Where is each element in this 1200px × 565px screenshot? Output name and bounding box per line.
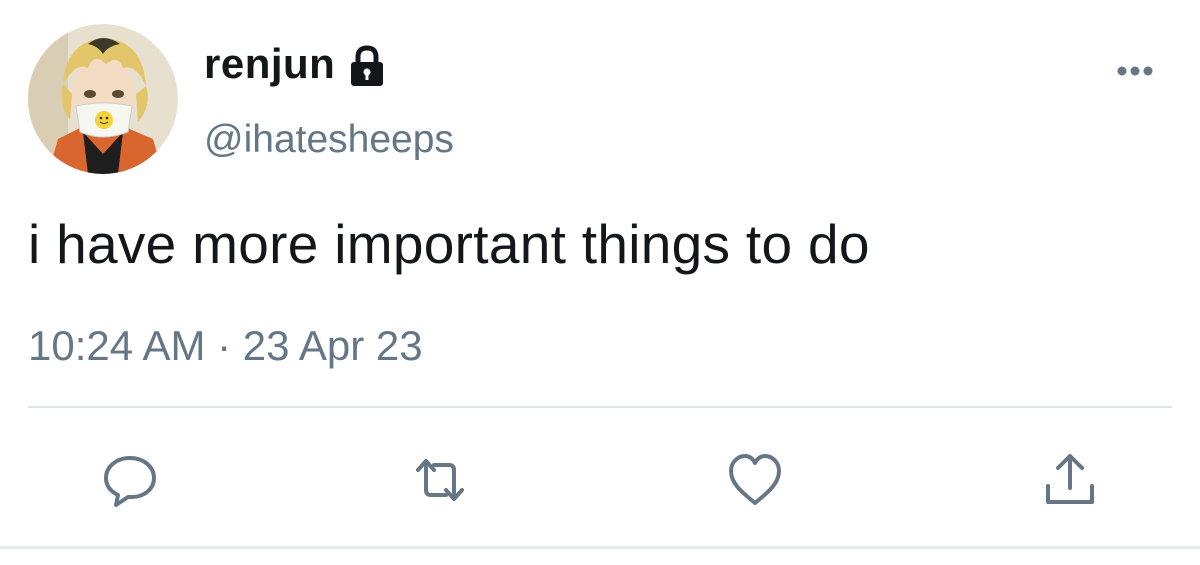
action-bar [0, 450, 1200, 510]
heart-icon [729, 454, 781, 505]
avatar-image [28, 24, 178, 174]
author-handle[interactable]: @ihatesheeps [204, 118, 454, 162]
reply-icon [104, 456, 156, 507]
lock-icon [347, 45, 387, 87]
tweet-card: renjun @ihatesheeps i have more importan… [0, 0, 1200, 565]
retweet-icon [416, 459, 464, 501]
like-button[interactable] [725, 450, 785, 510]
more-options-button[interactable] [1110, 58, 1160, 84]
author-row: renjun [204, 40, 387, 88]
display-name[interactable]: renjun [204, 40, 335, 88]
share-icon [1046, 454, 1094, 504]
bottom-divider [0, 546, 1200, 549]
reply-button[interactable] [100, 450, 160, 510]
retweet-button[interactable] [410, 450, 470, 510]
tweet-text: i have more important things to do [28, 213, 870, 275]
share-button[interactable] [1040, 450, 1100, 510]
tweet-timestamp[interactable]: 10:24 AM · 23 Apr 23 [28, 322, 423, 370]
more-icon [1117, 66, 1153, 76]
divider [28, 406, 1172, 408]
avatar[interactable] [28, 24, 178, 174]
